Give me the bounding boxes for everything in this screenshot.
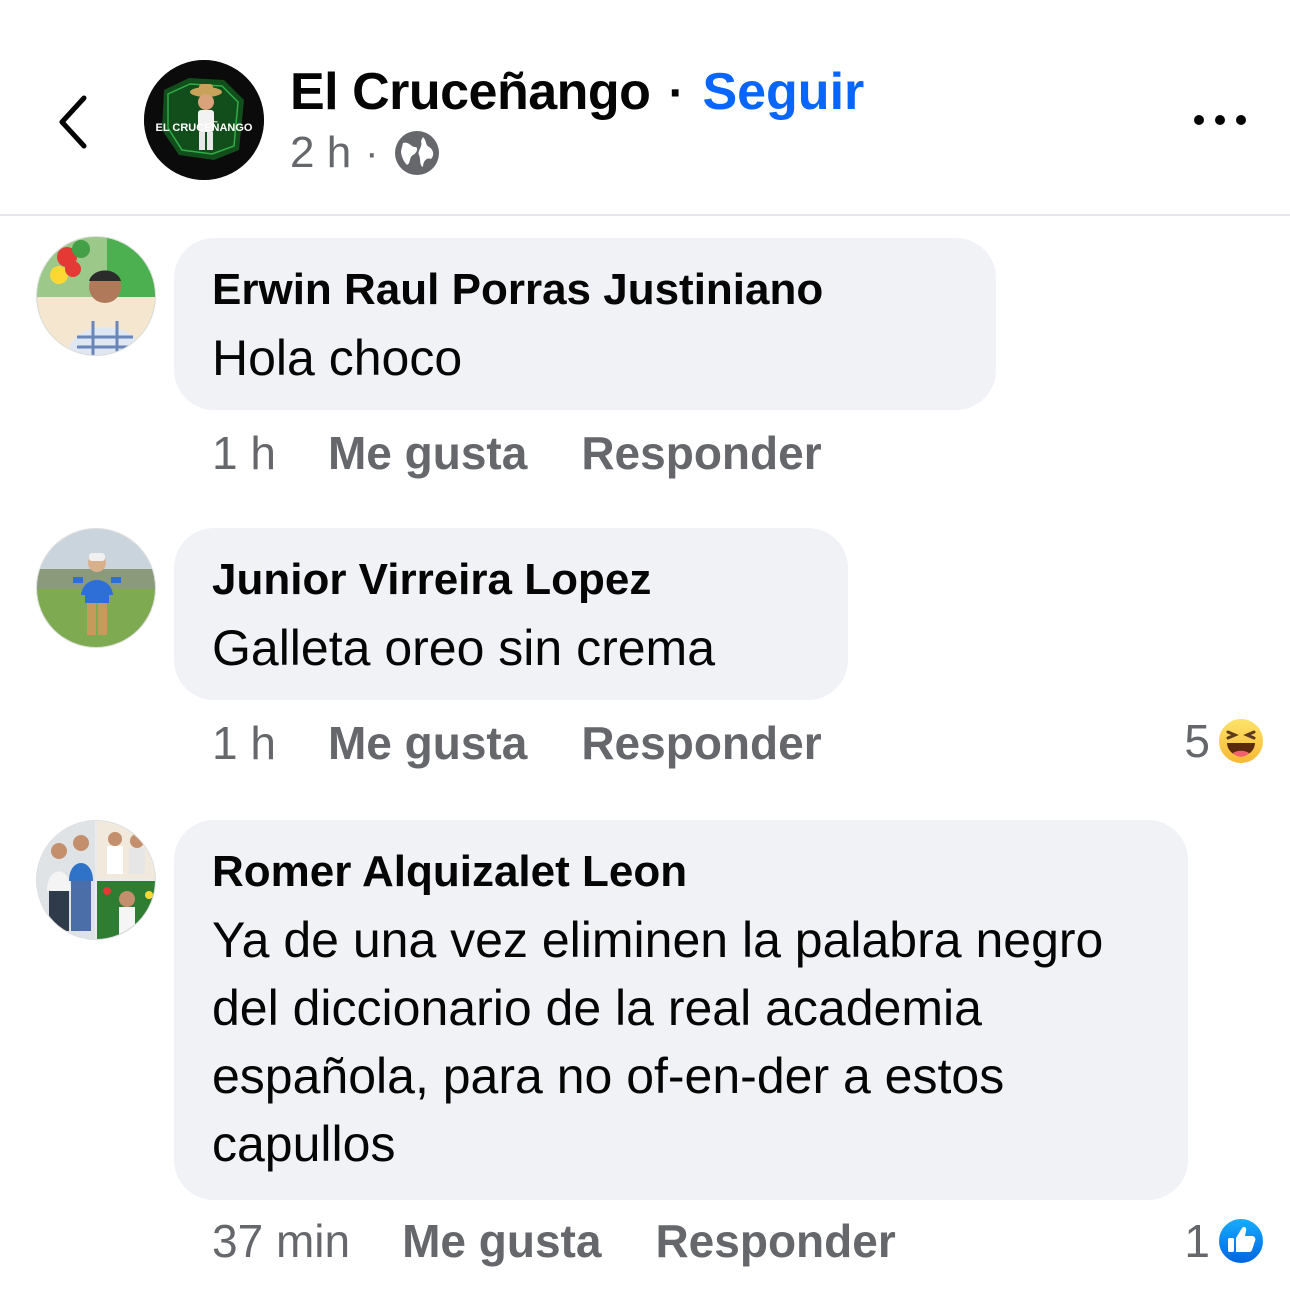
- like-button[interactable]: Me gusta: [328, 426, 527, 480]
- back-button[interactable]: [44, 82, 104, 162]
- reply-button[interactable]: Responder: [581, 716, 821, 770]
- avatar[interactable]: [36, 528, 156, 648]
- comment-author[interactable]: Romer Alquizalet Leon: [212, 844, 1150, 900]
- reaction-count: 1: [1184, 1215, 1210, 1267]
- comment-bubble: Romer Alquizalet Leon Ya de una vez elim…: [174, 820, 1188, 1200]
- comment-author[interactable]: Erwin Raul Porras Justiniano: [212, 262, 958, 318]
- comment-timestamp[interactable]: 1 h: [212, 716, 276, 770]
- comment-timestamp[interactable]: 1 h: [212, 426, 276, 480]
- haha-emoji-icon: [1217, 717, 1265, 765]
- avatar[interactable]: [36, 236, 156, 356]
- chevron-left-icon: [59, 95, 87, 149]
- comment: Junior Virreira Lopez Galleta oreo sin c…: [0, 526, 1290, 796]
- comment-author[interactable]: Junior Virreira Lopez: [212, 552, 810, 608]
- reaction-summary[interactable]: 5: [1184, 714, 1266, 768]
- page-logo-text: EL CRUCEÑANGO: [156, 121, 253, 134]
- comment-text: Hola choco: [212, 330, 463, 386]
- comment: Erwin Raul Porras Justiniano Hola choco …: [0, 236, 1290, 496]
- post-meta: 2 h ·: [290, 128, 441, 178]
- comment-text: Galleta oreo sin crema: [212, 620, 716, 676]
- commenter-photo: [37, 237, 155, 355]
- comment: Romer Alquizalet Leon Ya de una vez elim…: [0, 818, 1290, 1288]
- comment-actions: 37 min Me gusta Responder: [212, 1214, 950, 1268]
- commenter-photo: [37, 821, 155, 939]
- more-options-icon[interactable]: [1180, 100, 1260, 140]
- comment-timestamp[interactable]: 37 min: [212, 1214, 350, 1268]
- page-logo: EL CRUCEÑANGO: [144, 60, 264, 180]
- title-separator: ·: [668, 67, 685, 120]
- comment-text: Ya de una vez eliminen la palabra negro …: [212, 912, 1104, 1172]
- comment-bubble: Erwin Raul Porras Justiniano Hola choco: [174, 238, 996, 410]
- page-avatar[interactable]: EL CRUCEÑANGO: [144, 60, 264, 180]
- page-name[interactable]: El Cruceñango: [290, 62, 651, 122]
- like-thumb-icon: [1217, 1217, 1265, 1265]
- reaction-count: 5: [1184, 715, 1210, 767]
- avatar[interactable]: [36, 820, 156, 940]
- post-header: EL CRUCEÑANGO El Cruceñango · Seguir 2 h…: [0, 0, 1290, 216]
- globe-icon: [394, 131, 439, 175]
- post-timestamp[interactable]: 2 h: [290, 128, 351, 178]
- like-button[interactable]: Me gusta: [402, 1214, 601, 1268]
- comment-actions: 1 h Me gusta Responder: [212, 426, 876, 480]
- meta-separator: ·: [365, 130, 379, 175]
- reply-button[interactable]: Responder: [655, 1214, 895, 1268]
- reply-button[interactable]: Responder: [581, 426, 821, 480]
- comment-actions: 1 h Me gusta Responder: [212, 716, 876, 770]
- reaction-summary[interactable]: 1: [1184, 1214, 1266, 1268]
- commenter-photo: [37, 529, 155, 647]
- comment-bubble: Junior Virreira Lopez Galleta oreo sin c…: [174, 528, 848, 700]
- follow-button[interactable]: Seguir: [702, 62, 864, 122]
- like-button[interactable]: Me gusta: [328, 716, 527, 770]
- page-title-row: El Cruceñango · Seguir: [290, 62, 864, 122]
